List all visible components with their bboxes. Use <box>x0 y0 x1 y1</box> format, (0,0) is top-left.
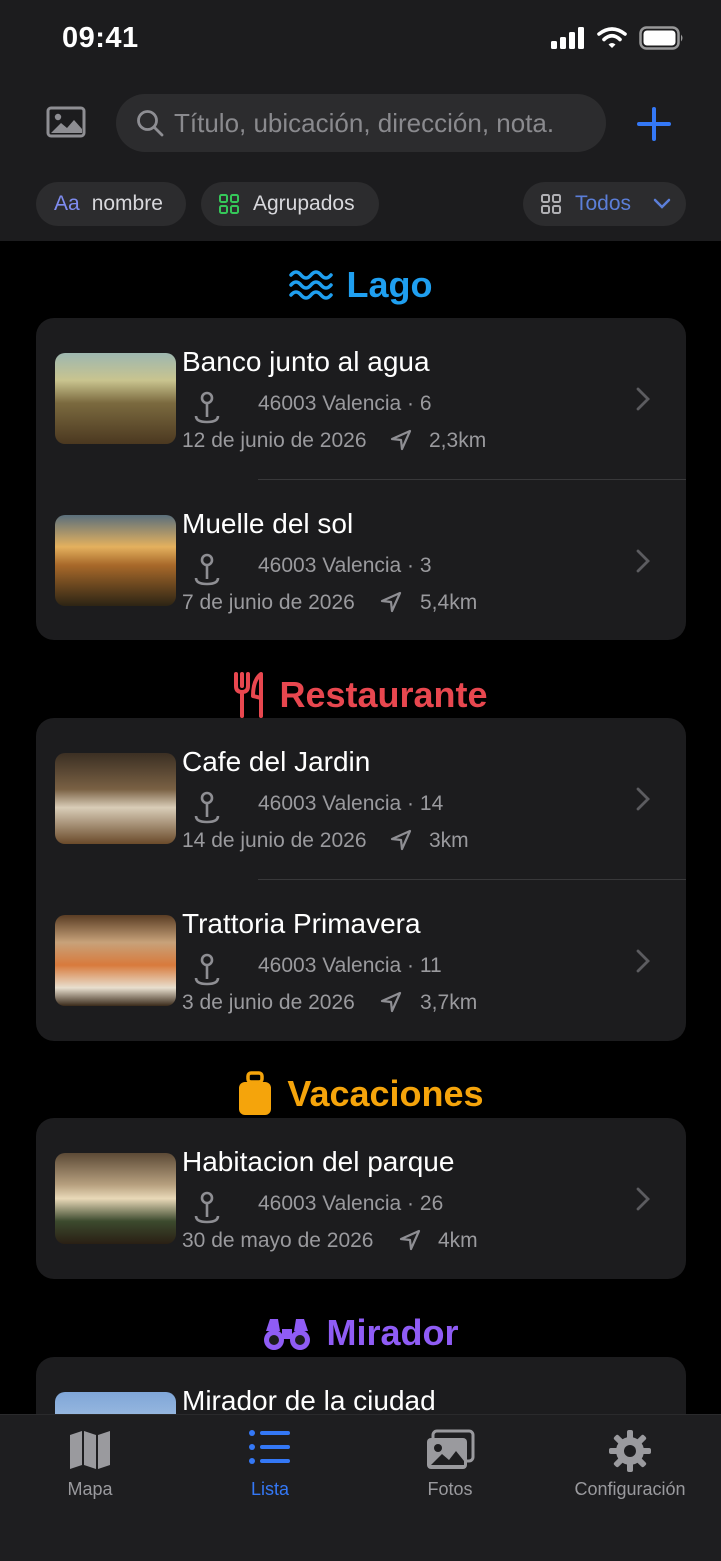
section-card-restaurante: Cafe del Jardin 46003 Valencia · 14 14 d… <box>36 718 686 1041</box>
photos-icon <box>427 1429 475 1469</box>
grid-icon <box>541 194 561 214</box>
chevron-right-icon <box>636 1187 650 1211</box>
text-format-icon: Aa <box>54 192 80 215</box>
place-date: 14 de junio de 2026 <box>182 829 367 852</box>
wifi-icon <box>597 27 627 48</box>
fork-knife-icon <box>234 672 264 718</box>
section-header-lago: Lago <box>0 264 721 306</box>
place-distance: 4km <box>438 1229 478 1252</box>
grid-icon <box>219 194 239 214</box>
navigation-arrow-icon <box>390 829 412 851</box>
section-title: Vacaciones <box>287 1073 484 1114</box>
tab-label: Configuración <box>574 1479 686 1499</box>
gear-icon <box>609 1430 651 1472</box>
add-place-button[interactable] <box>632 102 676 146</box>
place-distance: 3,7km <box>420 991 478 1014</box>
place-date: 12 de junio de 2026 <box>182 429 367 452</box>
chevron-right-icon <box>636 387 650 411</box>
section-header-mirador: Mirador <box>0 1312 721 1354</box>
place-address: 46003 Valencia · 3 <box>258 554 432 577</box>
map-icon <box>70 1431 110 1469</box>
section-title: Lago <box>346 264 433 305</box>
sort-by-name-chip[interactable]: Aa nombre <box>36 182 186 226</box>
place-date: 30 de mayo de 2026 <box>182 1229 374 1252</box>
scope-filter-dropdown[interactable]: Todos <box>523 182 686 226</box>
group-label: Agrupados <box>253 192 355 215</box>
scope-label: Todos <box>575 192 632 215</box>
place-title: Muelle del sol <box>182 508 354 539</box>
list-item[interactable]: Muelle del sol 46003 Valencia · 3 7 de j… <box>36 480 686 640</box>
navigation-arrow-icon <box>380 591 402 613</box>
section-header-restaurante: Restaurante <box>0 672 721 718</box>
place-address: 46003 Valencia · 14 <box>258 792 444 815</box>
place-thumbnail <box>55 353 176 444</box>
tab-label: Lista <box>250 1479 290 1499</box>
place-title: Cafe del Jardin <box>182 746 371 777</box>
status-bar: 09:41 <box>0 0 721 80</box>
chevron-right-icon <box>636 549 650 573</box>
sort-label: nombre <box>91 192 163 215</box>
search-icon <box>137 110 164 137</box>
place-distance: 3km <box>429 829 469 852</box>
place-thumbnail <box>55 753 176 844</box>
chevron-down-icon <box>653 198 671 209</box>
place-title: Mirador de la ciudad <box>182 1385 436 1416</box>
place-address: 46003 Valencia · 11 <box>258 954 442 977</box>
status-time: 09:41 <box>62 22 139 54</box>
search-bar[interactable] <box>116 94 606 152</box>
location-pin-icon <box>194 791 220 824</box>
place-thumbnail <box>55 915 176 1006</box>
list-item[interactable]: Habitacion del parque 46003 Valencia · 2… <box>36 1118 686 1279</box>
tab-label: Mapa <box>67 1479 113 1499</box>
chevron-right-icon <box>636 787 650 811</box>
place-address: 46003 Valencia · 26 <box>258 1192 444 1215</box>
battery-icon <box>639 26 683 50</box>
place-thumbnail <box>55 1153 176 1244</box>
tab-fotos[interactable]: Fotos <box>360 1415 540 1515</box>
place-date: 7 de junio de 2026 <box>182 591 355 614</box>
status-icons <box>551 26 685 50</box>
grouped-chip[interactable]: Agrupados <box>201 182 379 226</box>
navigation-arrow-icon <box>399 1229 421 1251</box>
location-pin-icon <box>194 953 220 986</box>
tab-label: Fotos <box>427 1479 473 1499</box>
navigation-arrow-icon <box>380 991 402 1013</box>
tab-lista[interactable]: Lista <box>180 1415 360 1515</box>
place-title: Trattoria Primavera <box>182 908 421 939</box>
search-input[interactable] <box>174 94 594 152</box>
tab-bar: Mapa Lista Fotos Configuración <box>0 1414 721 1561</box>
location-pin-icon <box>194 391 220 424</box>
place-address: 46003 Valencia · 6 <box>258 392 432 415</box>
place-thumbnail <box>55 515 176 606</box>
location-pin-icon <box>194 1191 220 1224</box>
navigation-arrow-icon <box>390 429 412 451</box>
place-title: Habitacion del parque <box>182 1146 455 1177</box>
list-icon <box>249 1430 290 1464</box>
place-distance: 2,3km <box>429 429 487 452</box>
tab-configuracion[interactable]: Configuración <box>540 1415 720 1515</box>
section-title: Mirador <box>326 1312 459 1353</box>
section-title: Restaurante <box>279 674 488 715</box>
water-waves-icon <box>288 270 333 300</box>
section-card-lago: Banco junto al agua 46003 Valencia · 6 1… <box>36 318 686 640</box>
list-item[interactable]: Cafe del Jardin 46003 Valencia · 14 14 d… <box>36 718 686 880</box>
binoculars-icon <box>264 1319 311 1350</box>
list-item[interactable]: Trattoria Primavera 46003 Valencia · 11 … <box>36 880 686 1041</box>
location-pin-icon <box>194 553 220 586</box>
list-item[interactable]: Banco junto al agua 46003 Valencia · 6 1… <box>36 318 686 480</box>
chevron-right-icon <box>636 949 650 973</box>
tab-mapa[interactable]: Mapa <box>0 1415 180 1515</box>
place-title: Banco junto al agua <box>182 346 430 377</box>
cellular-signal-icon <box>551 27 584 49</box>
section-header-vacaciones: Vacaciones <box>0 1071 721 1117</box>
section-card-vacaciones: Habitacion del parque 46003 Valencia · 2… <box>36 1118 686 1279</box>
photo-library-icon[interactable] <box>46 104 86 140</box>
place-date: 3 de junio de 2026 <box>182 991 355 1014</box>
place-distance: 5,4km <box>420 591 478 614</box>
suitcase-icon <box>239 1071 272 1115</box>
